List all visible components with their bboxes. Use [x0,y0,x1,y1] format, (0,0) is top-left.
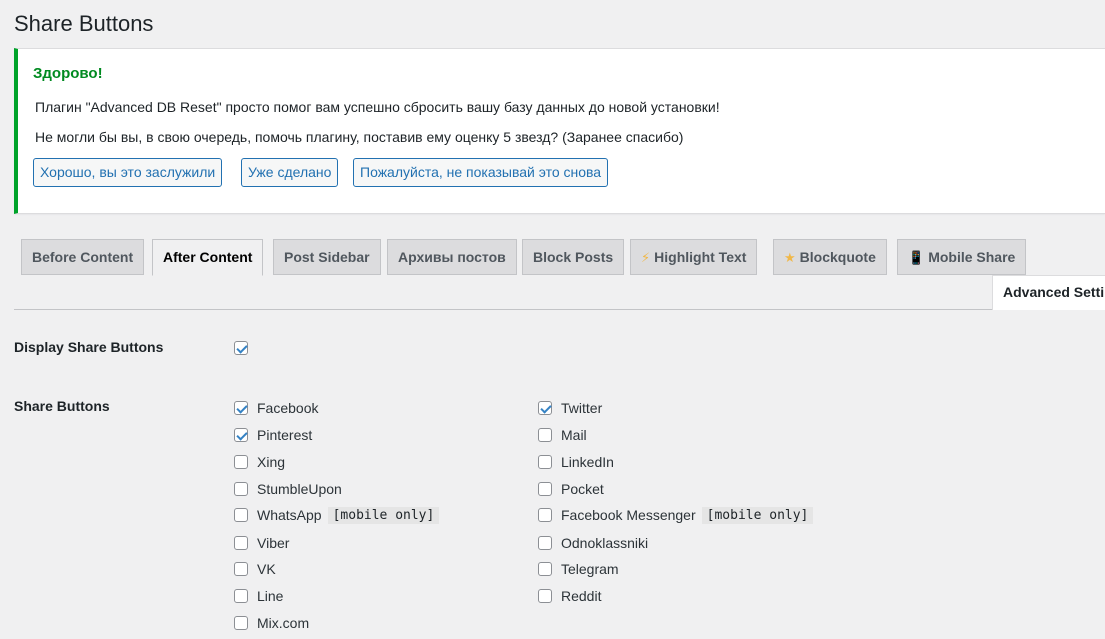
option-label: Facebook [257,400,319,416]
option-label: Pinterest [257,427,313,443]
option-label: Odnoklassniki [561,535,649,551]
success-notice: Здорово! Плагин "Advanced DB Reset" прос… [14,48,1105,214]
checkbox[interactable] [538,536,552,550]
tab-label: Highlight Text [654,249,747,265]
share-option-pocket[interactable]: Pocket [538,479,604,499]
rate-plugin-button[interactable]: Хорошо, вы это заслужили [33,158,223,187]
option-label: StumbleUpon [257,481,342,497]
share-option-vk[interactable]: VK [234,559,276,579]
tab-label: Blockquote [799,249,876,265]
mobile-phone-icon: 📱 [908,250,925,265]
option-label: WhatsApp [257,507,322,523]
tab-blockquote[interactable]: ★ Blockquote [773,239,887,275]
share-option-xing[interactable]: Xing [234,452,285,472]
option-label: Facebook Messenger [561,507,696,523]
checkbox[interactable] [538,482,552,496]
checkbox[interactable] [234,589,248,603]
share-option-linkedin[interactable]: LinkedIn [538,452,614,472]
checkbox[interactable] [234,482,248,496]
share-option-reddit[interactable]: Reddit [538,586,601,606]
share-option-line[interactable]: Line [234,586,283,606]
display-share-buttons-label: Display Share Buttons [14,339,164,355]
checkbox[interactable] [234,401,248,415]
checkbox[interactable] [234,616,248,630]
tab-before-content[interactable]: Before Content [21,239,145,275]
display-share-buttons-checkbox[interactable] [234,341,248,355]
tab-post-archives[interactable]: Архивы постов [387,239,517,275]
share-option-facebook-messenger[interactable]: Facebook Messenger [mobile only] [538,505,814,525]
share-option-viber[interactable]: Viber [234,533,289,553]
checkbox[interactable] [234,562,248,576]
option-label: Twitter [561,400,603,416]
lightning-icon: ⚡ [641,250,651,265]
tab-label: Архивы постов [398,249,506,265]
option-label: Xing [257,454,286,470]
share-option-mix[interactable]: Mix.com [234,613,309,633]
display-share-buttons-checkbox-row[interactable] [234,338,257,358]
checkbox[interactable] [538,455,552,469]
checkbox[interactable] [538,508,552,522]
option-label: Line [257,588,284,604]
tab-after-content[interactable]: After Content [152,239,264,276]
tab-advanced-settings[interactable]: Advanced Setti [992,275,1105,310]
mobile-only-tag: [mobile only] [701,506,814,524]
option-label: Telegram [561,561,619,577]
tab-label: Before Content [32,249,134,265]
share-option-mail[interactable]: Mail [538,425,587,445]
checkbox[interactable] [538,562,552,576]
share-buttons-label: Share Buttons [14,398,110,414]
option-label: Reddit [561,588,602,604]
share-option-odnoklassniki[interactable]: Odnoklassniki [538,533,648,553]
notice-heading: Здорово! [33,65,103,82]
tab-highlight-text[interactable]: ⚡ Highlight Text [630,239,758,275]
option-label: Pocket [561,481,604,497]
tabs-divider [14,309,1105,310]
tab-post-sidebar[interactable]: Post Sidebar [273,239,381,275]
tab-mobile-share[interactable]: 📱 Mobile Share [897,239,1027,275]
checkbox[interactable] [538,428,552,442]
tab-label: Post Sidebar [284,249,370,265]
checkbox[interactable] [538,589,552,603]
checkbox[interactable] [234,455,248,469]
share-option-stumbleupon[interactable]: StumbleUpon [234,479,342,499]
option-label: VK [257,561,276,577]
already-done-button[interactable]: Уже сделано [241,158,339,187]
checkbox[interactable] [234,508,248,522]
checkbox[interactable] [538,401,552,415]
share-option-telegram[interactable]: Telegram [538,559,619,579]
option-label: Mix.com [257,615,310,631]
page-title: Share Buttons [14,11,154,36]
notice-message: Плагин "Advanced DB Reset" просто помог … [35,99,720,115]
tab-label: Block Posts [533,249,614,265]
share-option-whatsapp[interactable]: WhatsApp [mobile only] [234,505,440,525]
tab-label: After Content [163,249,253,265]
share-option-facebook[interactable]: Facebook [234,398,318,418]
checkbox[interactable] [234,536,248,550]
option-label: Viber [257,535,290,551]
checkbox[interactable] [234,428,248,442]
tab-label: Mobile Share [928,249,1016,265]
mobile-only-tag: [mobile only] [327,506,440,524]
option-label: Mail [561,427,587,443]
tab-block-posts[interactable]: Block Posts [522,239,625,275]
star-icon: ★ [784,250,796,265]
share-option-pinterest[interactable]: Pinterest [234,425,312,445]
share-option-twitter[interactable]: Twitter [538,398,602,418]
dont-show-again-button[interactable]: Пожалуйста, не показывай это снова [353,158,609,187]
option-label: LinkedIn [561,454,614,470]
notice-rating-request: Не могли бы вы, в свою очередь, помочь п… [35,129,684,145]
